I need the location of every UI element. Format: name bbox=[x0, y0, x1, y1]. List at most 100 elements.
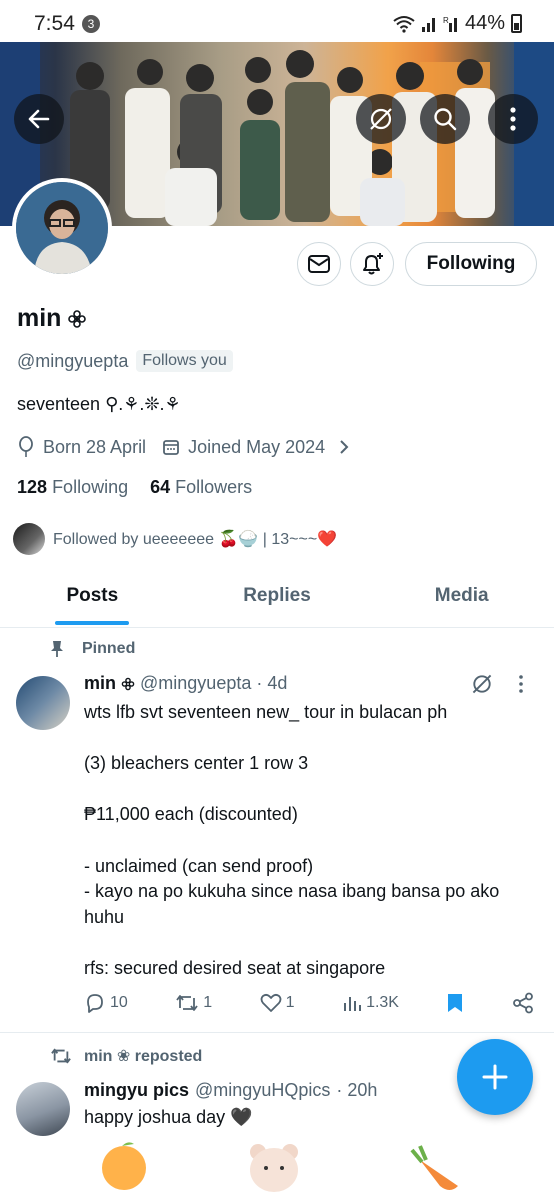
grok-icon bbox=[370, 108, 392, 130]
status-time: 7:54 bbox=[34, 12, 75, 35]
grok-icon bbox=[472, 674, 492, 694]
repost-icon bbox=[176, 995, 199, 1011]
repost-action[interactable]: 1 bbox=[175, 992, 212, 1014]
chevron-right-icon[interactable] bbox=[339, 439, 349, 455]
reply-count: 10 bbox=[110, 994, 128, 1011]
search-icon bbox=[434, 108, 457, 131]
avatar-image bbox=[16, 182, 108, 274]
followers-label: Followers bbox=[175, 477, 253, 497]
status-right: R 44% bbox=[393, 12, 522, 35]
repost-author-avatar[interactable] bbox=[16, 1082, 70, 1136]
repost-time: · 20h bbox=[336, 1080, 378, 1100]
back-arrow-icon bbox=[28, 109, 50, 129]
search-button[interactable] bbox=[420, 94, 470, 144]
heart-icon bbox=[260, 993, 282, 1012]
carrot-sticker bbox=[410, 1145, 458, 1190]
tab-replies[interactable]: Replies bbox=[185, 570, 370, 627]
repost-count: 1 bbox=[203, 994, 213, 1011]
post-more-button[interactable] bbox=[518, 674, 524, 700]
views-action[interactable]: 1.3K bbox=[342, 993, 399, 1013]
reply-icon bbox=[87, 994, 103, 1013]
repost-header: mingyu pics @mingyuHQpics · 20h bbox=[84, 1080, 377, 1101]
bookmark-action[interactable] bbox=[446, 992, 464, 1014]
followed-by-row[interactable]: Followed by ueeeeeee 🍒🍚 | 13~~~❤️ bbox=[13, 523, 337, 555]
post-body: wts lfb svt seventeen new_ tour in bulac… bbox=[84, 702, 500, 978]
bookmark-filled-icon bbox=[448, 994, 463, 1012]
followers-count: 64 bbox=[150, 477, 171, 497]
views-chart-icon bbox=[344, 997, 362, 1011]
tab-media[interactable]: Media bbox=[369, 570, 554, 627]
profile-meta: Born 28 April Joined May 2024 bbox=[17, 436, 349, 458]
bell-plus-icon bbox=[363, 253, 383, 275]
post-divider bbox=[0, 1032, 554, 1033]
grok-button[interactable] bbox=[356, 94, 406, 144]
more-vertical-icon bbox=[510, 107, 516, 131]
followers-stat[interactable]: 64 Followers bbox=[150, 477, 252, 498]
share-action[interactable] bbox=[512, 992, 534, 1014]
post-author-avatar[interactable] bbox=[16, 676, 70, 730]
follower-avatar bbox=[13, 523, 45, 555]
share-icon bbox=[513, 992, 533, 1014]
post-image-stickers[interactable] bbox=[100, 1140, 500, 1200]
orange-sticker bbox=[102, 1142, 146, 1190]
bio: seventeen ⚲.⚘.❊.⚘ bbox=[17, 394, 181, 414]
post-header: min @mingyuepta · 4d bbox=[84, 673, 287, 694]
pinned-label-row: Pinned bbox=[50, 640, 135, 658]
signal-icon bbox=[421, 17, 435, 32]
following-label: Following bbox=[52, 477, 129, 497]
following-button[interactable]: Following bbox=[405, 242, 537, 286]
balloon-icon bbox=[19, 436, 33, 457]
battery-percent: 44% bbox=[464, 12, 505, 34]
display-name: min bbox=[17, 304, 62, 332]
pin-icon bbox=[51, 641, 63, 657]
repost-author-handle: @mingyuHQpics bbox=[195, 1080, 331, 1100]
calendar-icon bbox=[163, 440, 179, 455]
repost-icon bbox=[51, 1048, 71, 1064]
post-time: · 4d bbox=[256, 673, 288, 693]
followed-by-text: Followed by ueeeeeee 🍒🍚 | 13~~~❤️ bbox=[53, 531, 338, 548]
plus-icon bbox=[482, 1064, 508, 1090]
post-grok-button[interactable] bbox=[470, 672, 494, 701]
handle-row: @mingyuepta Follows you bbox=[17, 350, 233, 372]
joined-text: Joined May 2024 bbox=[188, 436, 326, 457]
joined-item: Joined May 2024 bbox=[162, 437, 325, 458]
wifi-icon bbox=[393, 15, 415, 33]
notification-count-badge: 3 bbox=[82, 15, 100, 33]
handle: @mingyuepta bbox=[17, 350, 129, 371]
post-author-handle: @mingyuepta bbox=[140, 673, 252, 693]
avatar-portrait bbox=[16, 182, 108, 274]
flower-icon bbox=[121, 677, 135, 690]
more-options-button[interactable] bbox=[488, 94, 538, 144]
follow-stats: 128 Following 64 Followers bbox=[17, 477, 252, 498]
svg-text:R: R bbox=[443, 16, 449, 25]
profile-avatar[interactable] bbox=[12, 178, 112, 278]
repost-author-name[interactable]: mingyu pics bbox=[84, 1080, 189, 1101]
born-text: Born 28 April bbox=[43, 436, 147, 457]
like-action[interactable]: 1 bbox=[260, 993, 295, 1013]
notifications-button[interactable] bbox=[350, 242, 394, 286]
tab-posts[interactable]: Posts bbox=[0, 570, 185, 627]
post-actions: 10 1 1 1.3K bbox=[84, 992, 534, 1014]
repost-label[interactable]: min ❀ reposted bbox=[84, 1046, 202, 1066]
repost-body: happy joshua day 🖤 bbox=[84, 1107, 253, 1127]
following-count: 128 bbox=[17, 477, 48, 497]
flower-icon bbox=[68, 309, 87, 328]
back-button[interactable] bbox=[14, 94, 64, 144]
profile-tabs: Posts Replies Media bbox=[0, 570, 554, 628]
message-button[interactable] bbox=[297, 242, 341, 286]
post-author-name[interactable]: min bbox=[84, 673, 116, 694]
like-count: 1 bbox=[285, 994, 295, 1011]
battery-icon bbox=[511, 14, 522, 33]
reply-action[interactable]: 10 bbox=[84, 992, 128, 1014]
pinned-text: Pinned bbox=[82, 640, 136, 657]
mail-icon bbox=[308, 255, 330, 273]
bear-sticker bbox=[250, 1144, 298, 1192]
signal-roaming-icon: R bbox=[443, 16, 457, 32]
more-vertical-icon bbox=[519, 675, 523, 693]
following-stat[interactable]: 128 Following bbox=[17, 477, 128, 498]
status-bar: 7:54 3 R 44% bbox=[0, 0, 554, 46]
compose-button[interactable] bbox=[457, 1039, 533, 1115]
born-item: Born 28 April bbox=[17, 436, 146, 458]
profile-name: min bbox=[17, 304, 87, 333]
follows-you-badge: Follows you bbox=[136, 350, 233, 372]
